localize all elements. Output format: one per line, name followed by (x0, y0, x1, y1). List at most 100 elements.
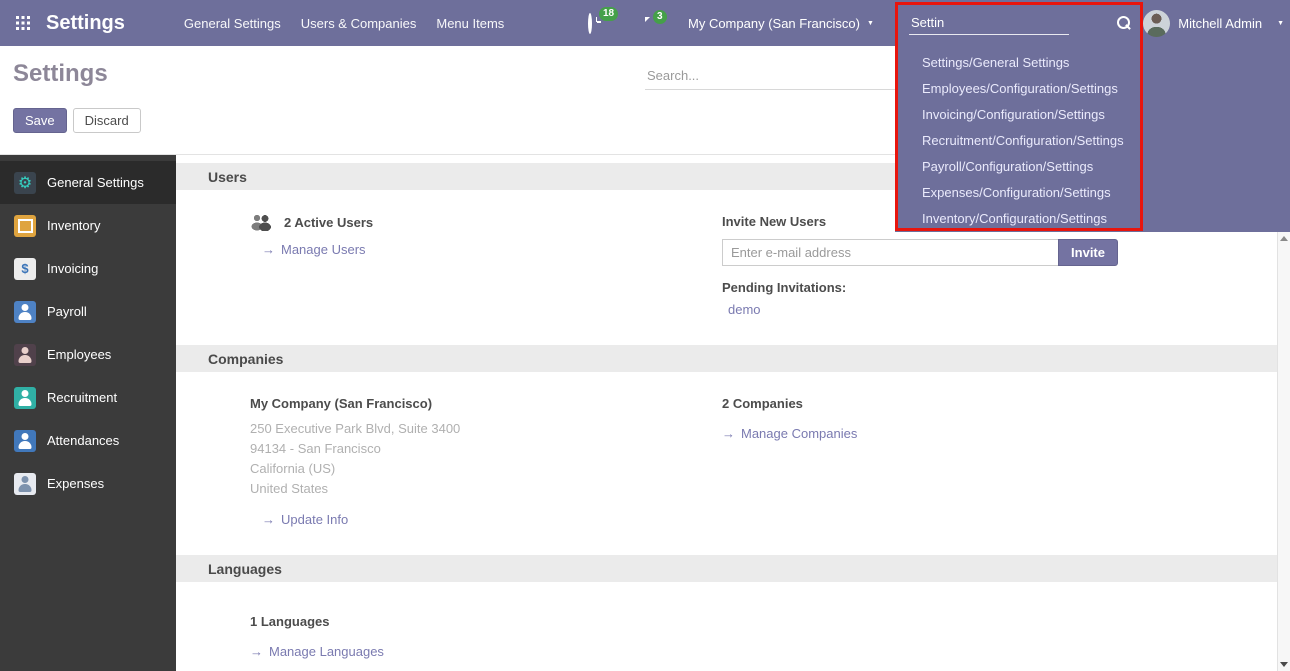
chevron-down-icon: ▼ (1277, 20, 1284, 27)
search-result-item[interactable]: Inventory/Configuration/Settings (922, 206, 1290, 232)
menu-search-results: Settings/General Settings Employees/Conf… (895, 46, 1290, 232)
sidebar-item-general-settings[interactable]: General Settings (0, 161, 176, 204)
pending-invitation-user-link[interactable]: demo (728, 302, 761, 317)
chevron-down-icon: ▼ (867, 20, 874, 27)
settings-content: Users 2 Active Users Manage Users Invite… (176, 155, 1277, 671)
apps-menu-button[interactable] (0, 0, 46, 46)
menu-item-general-settings[interactable]: General Settings (184, 16, 281, 31)
address-line: 250 Executive Park Blvd, Suite 3400 (250, 419, 722, 439)
sidebar-item-invoicing[interactable]: Invoicing (0, 247, 176, 290)
menu-search-box (895, 0, 1145, 46)
section-title: Companies (208, 351, 283, 367)
arrow-right-icon (262, 512, 275, 527)
sidebar-item-label: Attendances (47, 433, 119, 448)
payroll-person-icon (14, 301, 36, 323)
company-address: 250 Executive Park Blvd, Suite 3400 9413… (250, 419, 722, 499)
sidebar-item-label: Invoicing (47, 261, 98, 276)
sidebar-item-employees[interactable]: Employees (0, 333, 176, 376)
menu-search-input[interactable] (909, 11, 1069, 35)
company-switcher[interactable]: My Company (San Francisco) ▼ (688, 0, 874, 46)
topbar: Settings General Settings Users & Compan… (0, 0, 1290, 46)
settings-search-input[interactable] (645, 62, 895, 90)
sidebar-item-label: General Settings (47, 175, 144, 190)
address-line: California (US) (250, 459, 722, 479)
search-result-item[interactable]: Settings/General Settings (922, 50, 1290, 76)
section-title: Users (208, 169, 247, 185)
manage-companies-link[interactable]: Manage Companies (722, 426, 857, 441)
employees-people-icon (14, 344, 36, 366)
app-title[interactable]: Settings (46, 12, 125, 35)
recruitment-person-icon (14, 387, 36, 409)
page-title: Settings (13, 60, 108, 88)
settings-search-box (645, 62, 895, 90)
sidebar-item-attendances[interactable]: Attendances (0, 419, 176, 462)
apps-grid-icon (16, 16, 30, 30)
active-users-label: 2 Active Users (284, 215, 373, 230)
discard-button[interactable]: Discard (73, 108, 141, 133)
address-line: 94134 - San Francisco (250, 439, 722, 459)
activity-clock-icon (588, 13, 592, 34)
menu-item-users-companies[interactable]: Users & Companies (301, 16, 417, 31)
companies-right-column: 2 Companies Manage Companies (722, 396, 1118, 529)
save-button[interactable]: Save (13, 108, 67, 133)
search-result-item[interactable]: Expenses/Configuration/Settings (922, 180, 1290, 206)
search-result-item[interactable]: Employees/Configuration/Settings (922, 76, 1290, 102)
active-users: 2 Active Users (250, 214, 722, 231)
activity-systray-button[interactable]: 18 (588, 15, 592, 33)
sidebar-item-label: Expenses (47, 476, 104, 491)
invite-input-group: Invite (722, 239, 1118, 266)
sidebar-item-label: Inventory (47, 218, 100, 233)
scroll-up-arrow-icon[interactable] (1280, 236, 1288, 241)
address-line: United States (250, 479, 722, 499)
company-switcher-label: My Company (San Francisco) (688, 16, 860, 31)
search-result-item[interactable]: Payroll/Configuration/Settings (922, 154, 1290, 180)
search-result-item[interactable]: Recruitment/Configuration/Settings (922, 128, 1290, 154)
attendances-person-icon (14, 430, 36, 452)
section-title: Languages (208, 561, 282, 577)
user-menu[interactable]: Mitchell Admin ▼ (1143, 0, 1284, 46)
settings-sidebar: General Settings Inventory Invoicing Pay… (0, 155, 176, 671)
messages-count-badge: 3 (653, 10, 667, 24)
sidebar-item-recruitment[interactable]: Recruitment (0, 376, 176, 419)
users-left-column: 2 Active Users Manage Users (250, 214, 722, 319)
user-name: Mitchell Admin (1178, 16, 1262, 31)
companies-section: My Company (San Francisco) 250 Executive… (176, 372, 1277, 555)
people-group-icon (250, 214, 274, 231)
user-avatar (1143, 10, 1170, 37)
current-company-name: My Company (San Francisco) (250, 396, 722, 411)
companies-count-label: 2 Companies (722, 396, 1118, 411)
manage-languages-link[interactable]: Manage Languages (250, 644, 384, 659)
search-result-item[interactable]: Invoicing/Configuration/Settings (922, 102, 1290, 128)
invoicing-dollar-icon (14, 258, 36, 280)
expenses-person-icon (14, 473, 36, 495)
languages-section: 1 Languages Manage Languages (176, 582, 1277, 661)
invite-button[interactable]: Invite (1058, 239, 1118, 266)
sidebar-item-payroll[interactable]: Payroll (0, 290, 176, 333)
sidebar-item-inventory[interactable]: Inventory (0, 204, 176, 247)
arrow-right-icon (722, 426, 735, 441)
section-header-companies: Companies (176, 345, 1277, 372)
control-panel-buttons: Save Discard (13, 108, 141, 133)
inventory-box-icon (14, 215, 36, 237)
gear-icon (14, 172, 36, 194)
pending-invitations-label: Pending Invitations: (722, 280, 1118, 295)
sidebar-item-label: Payroll (47, 304, 87, 319)
menu-item-menu-items[interactable]: Menu Items (436, 16, 504, 31)
manage-users-link[interactable]: Manage Users (262, 242, 366, 257)
search-icon[interactable] (1117, 16, 1131, 30)
languages-count-label: 1 Languages (250, 614, 1253, 629)
topbar-menu: General Settings Users & Companies Menu … (184, 16, 504, 31)
companies-left-column: My Company (San Francisco) 250 Executive… (250, 396, 722, 529)
menu-search-dropdown: Settings/General Settings Employees/Conf… (895, 46, 1290, 232)
arrow-right-icon (262, 242, 275, 257)
sidebar-item-expenses[interactable]: Expenses (0, 462, 176, 505)
section-header-languages: Languages (176, 555, 1277, 582)
vertical-scrollbar[interactable] (1277, 232, 1290, 671)
update-info-link[interactable]: Update Info (262, 512, 348, 527)
sidebar-item-label: Employees (47, 347, 111, 362)
sidebar-item-label: Recruitment (47, 390, 117, 405)
invite-email-input[interactable] (722, 239, 1059, 266)
scroll-down-arrow-icon[interactable] (1280, 662, 1288, 667)
activity-count-badge: 18 (599, 7, 618, 21)
arrow-right-icon (250, 644, 263, 659)
